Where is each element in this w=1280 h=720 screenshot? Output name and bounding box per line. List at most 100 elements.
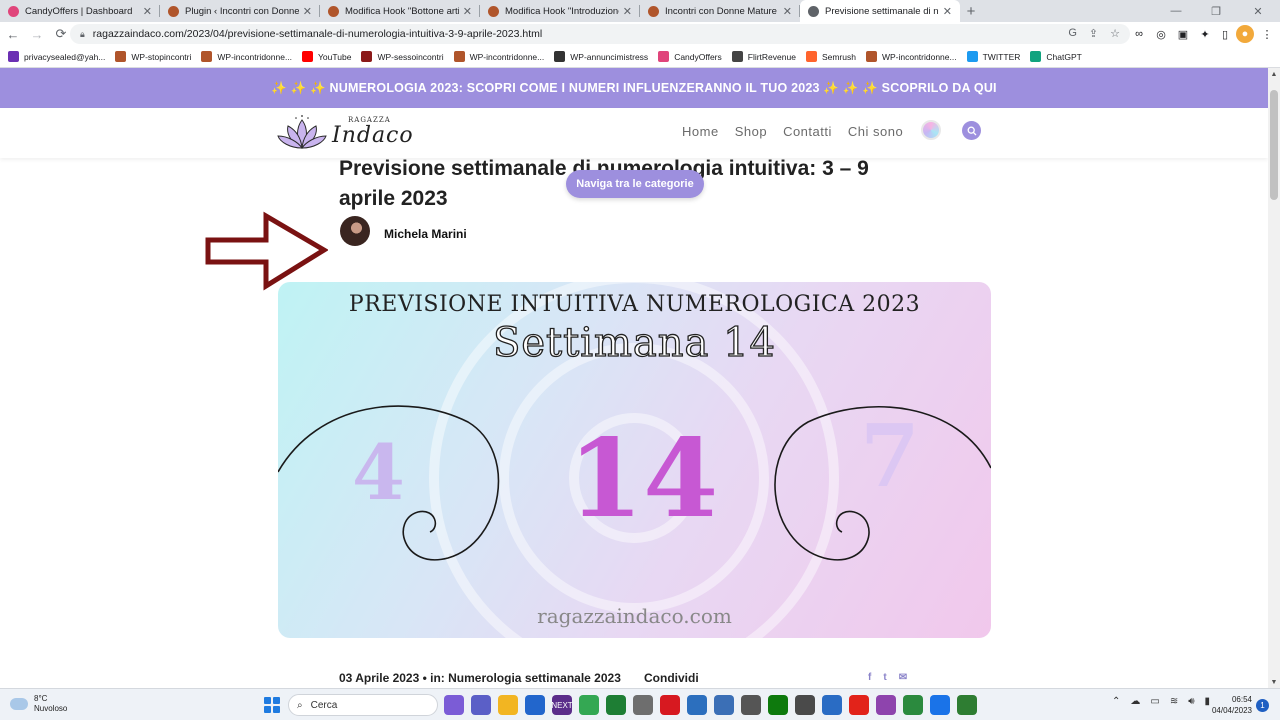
scroll-thumb[interactable] (1270, 90, 1278, 200)
taskbar-app-icon[interactable] (930, 695, 950, 715)
taskbar-app-icon[interactable] (822, 695, 842, 715)
close-tab-icon[interactable]: ✕ (143, 5, 152, 18)
bookmark-item[interactable]: YouTube (302, 51, 351, 62)
bookmark-star-icon[interactable]: ☆ (1110, 27, 1120, 40)
bookmark-label: WP-annuncimistress (570, 51, 649, 62)
reload-icon[interactable]: ⟳ (50, 23, 72, 45)
forward-icon[interactable]: → (26, 23, 48, 45)
taskbar-app-icon[interactable] (444, 695, 464, 715)
nav-link-chi-sono[interactable]: Chi sono (848, 124, 903, 139)
hero-number-center: 14 (568, 416, 719, 542)
taskbar-app-icon[interactable] (525, 695, 545, 715)
clock[interactable]: 06:54 04/04/2023 (1210, 694, 1252, 716)
page-scrollbar[interactable]: ▲ ▼ (1268, 68, 1280, 688)
bookmark-item[interactable]: ChatGPT (1030, 51, 1082, 62)
scroll-up-icon[interactable]: ▲ (1268, 68, 1280, 80)
taskbar-app-icon[interactable] (876, 695, 896, 715)
taskbar-app-icon[interactable] (498, 695, 518, 715)
twitter-icon[interactable]: t (883, 672, 886, 683)
lock-icon: 🔒︎ (80, 28, 85, 39)
taskbar-app-icon[interactable] (687, 695, 707, 715)
sidepanel-icon[interactable]: ▯ (1216, 25, 1234, 43)
extension-icon[interactable]: ◎ (1152, 25, 1170, 43)
bookmark-item[interactable]: WP-incontridonne... (453, 51, 545, 62)
close-tab-icon[interactable]: ✕ (463, 5, 472, 18)
nav-link-home[interactable]: Home (682, 124, 719, 139)
bookmark-item[interactable]: WP-sessoincontri (361, 51, 444, 62)
puzzle-icon[interactable]: ✦ (1196, 25, 1214, 43)
theme-orb-icon[interactable] (921, 120, 941, 140)
nav-link-contatti[interactable]: Contatti (783, 124, 832, 139)
favicon-icon (648, 5, 659, 17)
bookmark-favicon-icon (554, 51, 566, 62)
taskbar-app-icon[interactable] (471, 695, 491, 715)
chevron-up-icon[interactable]: ⌃ (1112, 696, 1120, 707)
bookmark-item[interactable]: Semrush (805, 51, 856, 62)
bookmark-item[interactable]: TWITTER (966, 51, 1020, 62)
profile-avatar[interactable]: ● (1236, 25, 1254, 43)
close-tab-icon[interactable]: ✕ (943, 5, 952, 18)
bookmark-favicon-icon (805, 51, 817, 62)
taskbar-app-icon[interactable] (903, 695, 923, 715)
author-name[interactable]: Michela Marini (384, 227, 467, 241)
promo-banner[interactable]: ✨ ✨ ✨ NUMEROLOGIA 2023: SCOPRI COME I NU… (0, 68, 1268, 108)
bookmark-label: WP-incontridonne... (469, 51, 545, 62)
back-icon[interactable]: ← (2, 23, 24, 45)
restore-icon[interactable]: ❐ (1196, 0, 1236, 22)
menu-icon[interactable]: ⋮ (1258, 25, 1276, 43)
tab-strip: CandyOffers | Dashboard ✕ Plugin ‹ Incontr… (0, 0, 1280, 22)
bookmark-item[interactable]: WP-incontridonne... (201, 51, 292, 62)
nav-link-shop[interactable]: Shop (735, 124, 767, 139)
taskbar-app-icon[interactable] (795, 695, 815, 715)
bookmark-item[interactable]: CandyOffers (658, 51, 722, 62)
new-tab-button[interactable]: + (960, 0, 982, 22)
browser-tab[interactable]: Plugin ‹ Incontri con Donne Mature ✕ (160, 0, 320, 22)
taskbar-app-icon[interactable] (660, 695, 680, 715)
scroll-down-icon[interactable]: ▼ (1268, 676, 1280, 688)
google-icon[interactable]: G (1068, 27, 1077, 40)
extension-icon[interactable]: ∞ (1130, 25, 1148, 43)
display-icon[interactable]: ▭ (1150, 696, 1159, 707)
taskbar-app-icon[interactable] (579, 695, 599, 715)
extension-icon[interactable]: ▣ (1174, 25, 1192, 43)
taskbar-search[interactable]: ⌕ Cerca (288, 694, 438, 716)
bookmark-label: privacysealed@yah... (24, 51, 106, 62)
notification-badge[interactable]: 1 (1256, 699, 1269, 712)
weather-widget[interactable]: 8°C Nuvoloso (10, 694, 67, 714)
close-tab-icon[interactable]: ✕ (303, 5, 312, 18)
email-icon[interactable]: ✉ (899, 672, 907, 683)
bookmark-item[interactable]: WP-incontridonne... (865, 51, 957, 62)
wifi-icon[interactable]: ≋ (1170, 696, 1178, 707)
bookmark-item[interactable]: WP-stopincontri (115, 51, 191, 62)
browser-tab[interactable]: Incontri con Donne Mature Coug ✕ (640, 0, 800, 22)
taskbar-app-icon[interactable] (957, 695, 977, 715)
taskbar-app-icon[interactable] (633, 695, 653, 715)
taskbar-app-icon[interactable] (741, 695, 761, 715)
taskbar-app-icon[interactable] (849, 695, 869, 715)
bookmark-item[interactable]: FlirtRevenue (731, 51, 796, 62)
minimize-icon[interactable]: — (1156, 0, 1196, 22)
close-tab-icon[interactable]: ✕ (783, 5, 792, 18)
taskbar-app-icon[interactable] (768, 695, 788, 715)
volume-icon[interactable]: 🔊︎ (1188, 696, 1194, 707)
address-bar[interactable]: 🔒︎ ragazzaindaco.com/2023/04/previsione-… (70, 24, 1130, 44)
share-page-icon[interactable]: ⇪ (1089, 27, 1098, 40)
taskbar-app-icon[interactable] (714, 695, 734, 715)
cloud-sync-icon[interactable]: ☁ (1130, 696, 1140, 707)
search-button[interactable] (962, 121, 981, 140)
taskbar-app-icon[interactable] (606, 695, 626, 715)
browser-tab[interactable]: Modifica Hook "Introduzione Ho ✕ (480, 0, 640, 22)
close-window-icon[interactable]: ✕ (1238, 0, 1278, 22)
browser-tab[interactable]: Modifica Hook "Bottone articoli ✕ (320, 0, 480, 22)
bookmark-item[interactable]: privacysealed@yah... (8, 51, 105, 62)
author-avatar[interactable] (340, 216, 370, 246)
bookmark-item[interactable]: WP-annuncimistress (554, 51, 648, 62)
browser-tab[interactable]: CandyOffers | Dashboard ✕ (0, 0, 160, 22)
close-tab-icon[interactable]: ✕ (623, 5, 632, 18)
browser-tab[interactable]: Previsione settimanale di numer ✕ (800, 0, 960, 22)
taskbar-app-icon[interactable]: NEXT (551, 695, 573, 715)
categories-button[interactable]: Naviga tra le categorie (566, 170, 704, 198)
site-logo[interactable]: RAGAZZA Indaco (276, 114, 416, 154)
windows-start-icon[interactable] (264, 697, 280, 713)
facebook-icon[interactable]: f (868, 672, 871, 683)
